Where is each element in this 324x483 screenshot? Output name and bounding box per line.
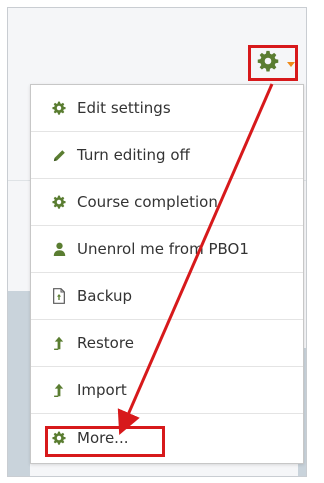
menu-item-more[interactable]: More... xyxy=(31,414,303,461)
menu-item-label: Backup xyxy=(77,287,132,305)
gear-icon xyxy=(51,194,67,210)
gear-icon xyxy=(51,430,67,446)
user-icon xyxy=(51,241,67,257)
file-icon xyxy=(51,288,67,304)
menu-item-backup[interactable]: Backup xyxy=(31,273,303,320)
background-panel-left xyxy=(8,291,30,476)
upload-arrow-icon xyxy=(51,335,67,351)
menu-item-label: More... xyxy=(77,428,129,447)
menu-item-import[interactable]: Import xyxy=(31,367,303,414)
menu-item-course-completion[interactable]: Course completion xyxy=(31,179,303,226)
menu-item-label: Turn editing off xyxy=(77,146,190,164)
course-actions-gear-button[interactable] xyxy=(248,45,298,81)
menu-item-label: Import xyxy=(77,381,127,399)
pencil-icon xyxy=(51,147,67,163)
chevron-down-icon xyxy=(287,62,295,67)
upload-arrow-icon xyxy=(51,382,67,398)
menu-item-unenrol[interactable]: Unenrol me from PBO1 xyxy=(31,226,303,273)
menu-item-restore[interactable]: Restore xyxy=(31,320,303,367)
menu-item-turn-editing-off[interactable]: Turn editing off xyxy=(31,132,303,179)
more-item-content: More... xyxy=(45,425,165,457)
menu-item-label: Restore xyxy=(77,334,134,352)
gear-icon xyxy=(257,50,279,76)
menu-item-edit-settings[interactable]: Edit settings xyxy=(31,85,303,132)
gear-icon xyxy=(51,100,67,116)
course-actions-menu: Edit settings Turn editing off Course co… xyxy=(30,84,304,464)
menu-item-label: Unenrol me from PBO1 xyxy=(77,240,249,258)
menu-item-label: Course completion xyxy=(77,193,218,211)
menu-item-label: Edit settings xyxy=(77,99,171,117)
